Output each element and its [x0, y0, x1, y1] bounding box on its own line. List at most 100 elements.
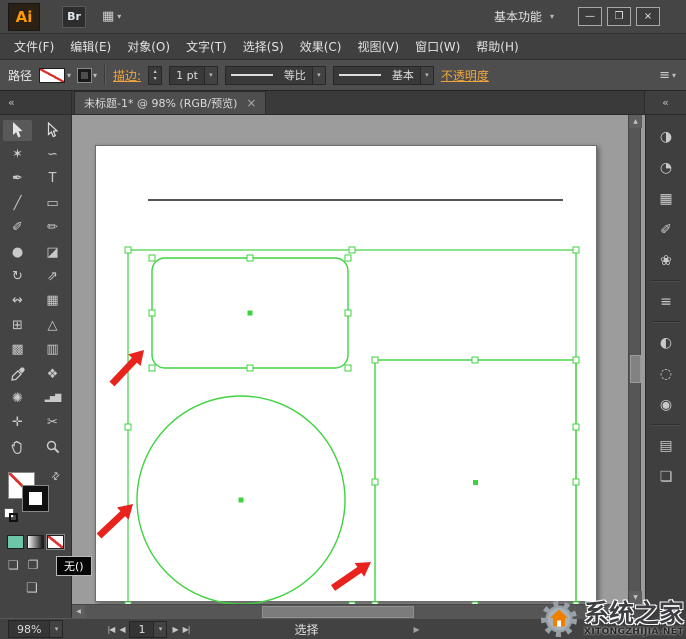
stepper-down-icon[interactable]: ▾: [154, 75, 157, 82]
selection-tool[interactable]: [3, 119, 32, 141]
scale-tool[interactable]: ⇗: [38, 266, 67, 287]
previous-artboard-icon[interactable]: ◀: [119, 625, 125, 634]
chevron-down-icon[interactable]: ▾: [203, 66, 217, 84]
selection-handle[interactable]: [572, 423, 580, 431]
center-point[interactable]: [238, 497, 244, 503]
perspective-grid-tool[interactable]: △: [38, 315, 67, 336]
rotate-tool[interactable]: ↻: [3, 266, 32, 287]
artboard-tool[interactable]: ✛: [3, 412, 32, 433]
symbols-panel-icon[interactable]: ❀: [653, 249, 679, 272]
pen-tool[interactable]: ✒: [3, 168, 32, 189]
scroll-left-icon[interactable]: ◀: [72, 605, 85, 618]
stroke-weight-combo[interactable]: 1 pt ▾: [169, 65, 218, 85]
width-tool[interactable]: ↭: [3, 290, 32, 311]
document-tab[interactable]: 未标题-1* @ 98% (RGB/预览) ×: [74, 91, 267, 114]
artboards-panel-icon[interactable]: ❏: [653, 465, 679, 488]
selection-handle[interactable]: [148, 309, 156, 317]
restore-button[interactable]: ❐: [607, 7, 631, 26]
pencil-tool[interactable]: ✏: [38, 217, 67, 238]
eyedropper-tool[interactable]: [3, 364, 32, 385]
selection-handle[interactable]: [246, 254, 254, 262]
hand-tool[interactable]: [3, 437, 32, 458]
stroke-panel-link[interactable]: 描边:: [113, 67, 141, 84]
draw-inside-icon[interactable]: ❐: [28, 558, 39, 572]
next-artboard-icon[interactable]: ▶: [172, 625, 178, 634]
default-fill-stroke-icon[interactable]: [4, 508, 20, 524]
center-point[interactable]: [473, 480, 478, 485]
appearance-panel-icon[interactable]: ◉: [653, 393, 679, 416]
selection-handle[interactable]: [344, 254, 352, 262]
selection-handle[interactable]: [572, 478, 580, 486]
screen-mode-icon[interactable]: ❑: [26, 581, 38, 596]
toolbar-collapse-icon[interactable]: «: [0, 91, 72, 114]
chevron-down-icon[interactable]: ▾: [49, 621, 63, 637]
workspace-switcher[interactable]: 基本功能 ▾: [494, 8, 554, 25]
selection-handle[interactable]: [572, 246, 580, 254]
fill-color-dropdown[interactable]: ▾: [39, 67, 71, 83]
color-button[interactable]: [7, 535, 24, 549]
column-graph-tool[interactable]: ▂▅▇: [38, 388, 67, 409]
selection-handle[interactable]: [471, 356, 479, 364]
first-artboard-icon[interactable]: |◀: [107, 625, 115, 634]
selection-handle[interactable]: [124, 246, 132, 254]
menu-item-window[interactable]: 窗口(W): [407, 34, 468, 59]
menu-item-object[interactable]: 对象(O): [119, 34, 178, 59]
transparency-panel-icon[interactable]: ◌: [653, 362, 679, 385]
swap-fill-stroke-icon[interactable]: ⇄: [49, 470, 63, 484]
arrange-documents-control[interactable]: ▦ ▾: [102, 9, 121, 24]
magic-wand-tool[interactable]: ✶: [3, 144, 32, 165]
menu-item-effect[interactable]: 效果(C): [292, 34, 350, 59]
stepper-up-icon[interactable]: ▴: [154, 68, 157, 75]
slice-tool[interactable]: ✂: [38, 412, 67, 433]
selection-handle[interactable]: [148, 254, 156, 262]
vertical-scroll-thumb[interactable]: [630, 355, 641, 383]
stroke-color-indicator[interactable]: [22, 485, 49, 512]
draw-normal-icon[interactable]: ❏: [8, 558, 19, 572]
artboard-number-combo[interactable]: 1 ▾: [129, 620, 168, 638]
none-button[interactable]: [46, 534, 65, 550]
gradient-panel-icon[interactable]: ◐: [653, 331, 679, 354]
layers-panel-icon[interactable]: ▤: [653, 434, 679, 457]
color-panel-icon[interactable]: ◑: [653, 125, 679, 148]
horizontal-scroll-thumb[interactable]: [262, 606, 414, 618]
chevron-down-icon[interactable]: ▾: [419, 66, 433, 84]
selection-handle[interactable]: [371, 478, 379, 486]
blob-brush-tool[interactable]: ●: [3, 242, 32, 263]
selection-handle[interactable]: [371, 356, 379, 364]
type-tool[interactable]: T: [38, 168, 67, 189]
free-transform-tool[interactable]: ▦: [38, 290, 67, 311]
control-panel-menu-icon[interactable]: ≡ ▾: [659, 68, 676, 83]
menu-item-edit[interactable]: 编辑(E): [62, 34, 119, 59]
eraser-tool[interactable]: ◪: [38, 242, 67, 263]
brush-definition-combo[interactable]: 基本 ▾: [332, 65, 434, 85]
width-profile-combo[interactable]: 等比 ▾: [224, 65, 326, 85]
bridge-icon[interactable]: Br: [62, 5, 86, 28]
opacity-panel-link[interactable]: 不透明度: [441, 67, 489, 84]
shape-builder-tool[interactable]: ⊞: [3, 315, 32, 336]
menu-item-help[interactable]: 帮助(H): [468, 34, 526, 59]
stroke-panel-icon[interactable]: ≡: [653, 290, 679, 313]
menu-item-type[interactable]: 文字(T): [178, 34, 235, 59]
zoom-level-combo[interactable]: 98% ▾: [8, 620, 64, 638]
selection-handle[interactable]: [344, 364, 352, 372]
scroll-up-icon[interactable]: ▲: [629, 115, 642, 128]
menu-item-file[interactable]: 文件(F): [6, 34, 62, 59]
canvas-area[interactable]: ▲ ▼ ◀ ▶: [72, 115, 645, 618]
tab-close-icon[interactable]: ×: [246, 96, 256, 110]
menu-item-view[interactable]: 视图(V): [349, 34, 407, 59]
mesh-tool[interactable]: ▩: [3, 339, 32, 360]
center-point[interactable]: [247, 310, 253, 316]
zoom-tool[interactable]: [38, 437, 67, 458]
last-artboard-icon[interactable]: ▶|: [183, 625, 191, 634]
status-flyout-icon[interactable]: ▶: [414, 625, 420, 634]
lasso-tool[interactable]: ∽: [38, 144, 67, 165]
selection-handle[interactable]: [344, 309, 352, 317]
swatches-panel-icon[interactable]: ▦: [653, 187, 679, 210]
blend-tool[interactable]: ❖: [38, 364, 67, 385]
line-segment-tool[interactable]: ╱: [3, 193, 32, 214]
rectangle-tool[interactable]: ▭: [38, 193, 67, 214]
dock-expand-icon[interactable]: «: [644, 91, 686, 114]
paintbrush-tool[interactable]: ✐: [3, 217, 32, 238]
menu-item-select[interactable]: 选择(S): [235, 34, 292, 59]
selection-handle[interactable]: [348, 246, 356, 254]
